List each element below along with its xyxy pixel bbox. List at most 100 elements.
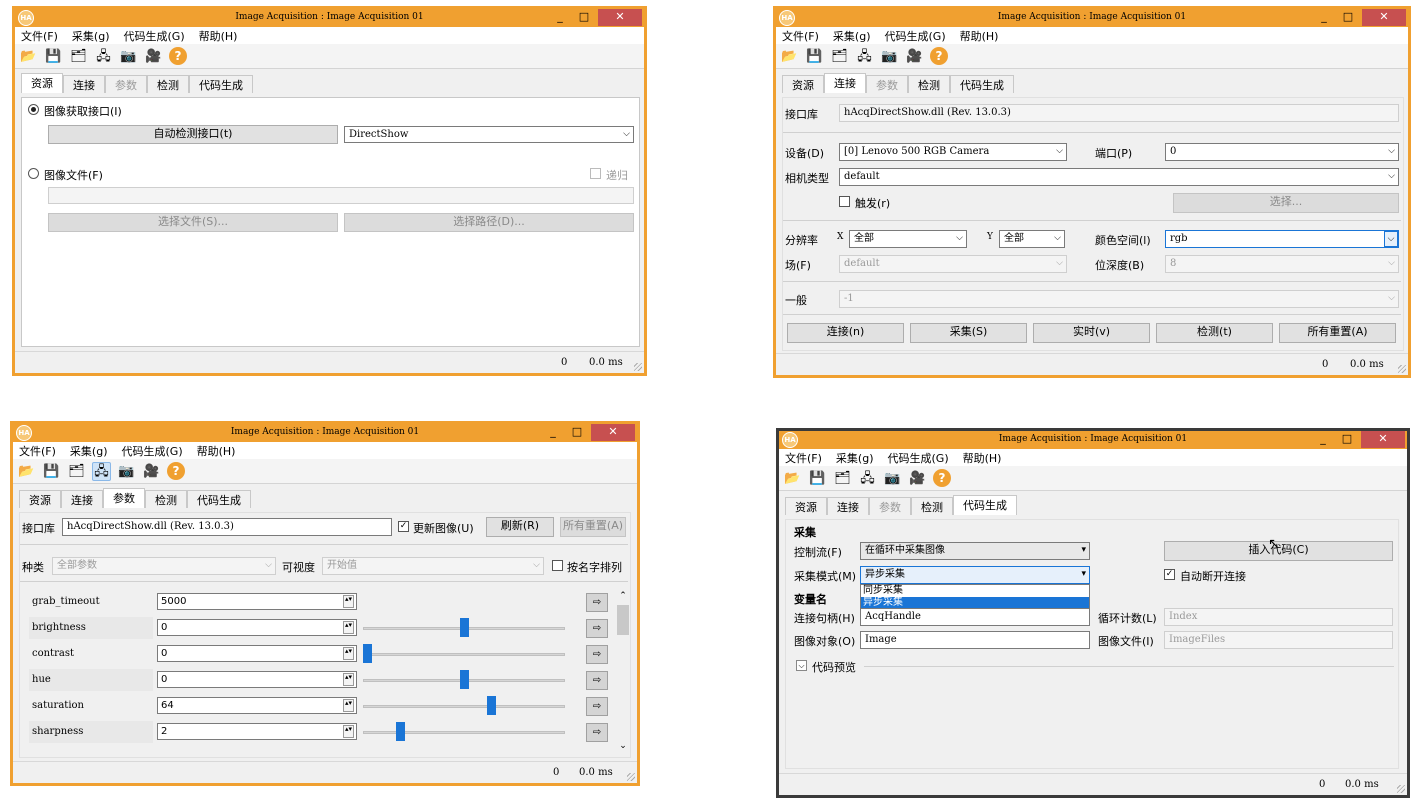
slider-thumb[interactable] [459, 618, 469, 637]
title-bar[interactable]: HA Image Acquisition : Image Acquisition… [779, 431, 1407, 449]
spinner-arrows-icon[interactable]: ▴▾ [343, 725, 354, 738]
interface-select[interactable]: DirectShow ⌵ [344, 126, 634, 143]
live-camera-icon[interactable]: 🎥 [142, 462, 161, 481]
close-button[interactable]: ✕ [1362, 9, 1406, 26]
camera-icon[interactable]: 📷 [883, 469, 902, 488]
menu-codegen[interactable]: 代码生成(G) [122, 443, 183, 459]
acquisition-connect-icon[interactable]: 🖧 [92, 461, 111, 481]
resolution-y-select[interactable]: 全部 ⌵ [999, 230, 1065, 248]
loop-count-input[interactable]: Index [1164, 608, 1393, 626]
bit-depth-select[interactable]: 8 ⌵ [1165, 255, 1399, 273]
auto-disconnect-checkbox[interactable]: ✓ [1164, 569, 1175, 580]
camera-icon[interactable]: 📷 [880, 47, 899, 66]
reset-all-button[interactable]: 所有重置(A) [1279, 323, 1396, 343]
save-icon[interactable]: 💾 [808, 469, 827, 488]
tab-resources[interactable]: 资源 [785, 497, 827, 515]
acquisition-connect-icon[interactable]: 🖧 [855, 47, 874, 66]
colorspace-select[interactable]: rgb ⌵ [1165, 230, 1399, 248]
category-select[interactable]: 全部参数 ⌵ [52, 557, 276, 575]
maximize-button[interactable]: □ [1338, 9, 1358, 26]
open-folder-icon[interactable]: 📂 [19, 47, 38, 66]
scroll-thumb[interactable] [617, 605, 629, 635]
parameter-slider[interactable] [363, 731, 565, 734]
acquisition-connect-icon[interactable]: 🖧 [94, 47, 113, 66]
parameter-scrollbar[interactable]: ⌃ ⌄ [616, 591, 630, 751]
parameter-value-input[interactable]: 0 ▴▾ [157, 671, 357, 688]
close-button[interactable]: ✕ [1361, 431, 1405, 448]
acq-mode-option-sync[interactable]: 同步采集 [861, 585, 1089, 597]
parameter-value-input[interactable]: 64 ▴▾ [157, 697, 357, 714]
help-icon[interactable]: ? [169, 47, 187, 65]
slider-thumb[interactable] [395, 722, 405, 741]
parameter-value-input[interactable]: 5000 ▴▾ [157, 593, 357, 610]
interface-radio[interactable] [28, 104, 39, 115]
minimize-button[interactable]: _ [1313, 431, 1333, 448]
resize-grip-icon[interactable] [1397, 785, 1405, 793]
tab-codegen[interactable]: 代码生成 [187, 490, 251, 508]
image-files-input[interactable]: ImageFiles [1164, 631, 1393, 649]
control-flow-select[interactable]: 在循环中采集图像 ▾ [860, 542, 1090, 560]
save-icon[interactable]: 💾 [42, 462, 61, 481]
menu-file[interactable]: 文件(F) [21, 28, 58, 44]
tab-connection[interactable]: 连接 [827, 497, 869, 515]
parameter-slider[interactable] [363, 705, 565, 708]
menu-file[interactable]: 文件(F) [19, 443, 56, 459]
parameter-value-input[interactable]: 2 ▴▾ [157, 723, 357, 740]
title-bar[interactable]: HA Image Acquisition : Image Acquisition… [776, 9, 1408, 27]
parameter-slider[interactable] [363, 653, 565, 656]
help-icon[interactable]: ? [167, 462, 185, 480]
acq-mode-select[interactable]: 异步采集 ▾ [860, 566, 1090, 584]
auto-detect-button[interactable]: 自动检测接口(t) [48, 125, 338, 144]
close-button[interactable]: ✕ [591, 424, 635, 441]
menu-codegen[interactable]: 代码生成(G) [885, 28, 946, 44]
live-camera-icon[interactable]: 🎥 [908, 469, 927, 488]
slider-thumb[interactable] [486, 696, 496, 715]
tab-parameters[interactable]: 参数 [869, 497, 911, 515]
select-camera-button[interactable]: 选择... [1173, 193, 1399, 213]
menu-file[interactable]: 文件(F) [782, 28, 819, 44]
tab-codegen[interactable]: 代码生成 [953, 495, 1017, 515]
image-file-icon[interactable]: 🗂 [830, 47, 849, 66]
image-file-path-input[interactable] [48, 187, 634, 204]
title-bar[interactable]: HA Image Acquisition : Image Acquisition… [15, 9, 644, 27]
resize-grip-icon[interactable] [1398, 365, 1406, 373]
menu-acquire[interactable]: 采集(g) [72, 28, 110, 44]
scroll-down-icon[interactable]: ⌄ [616, 741, 630, 751]
camera-icon[interactable]: 📷 [119, 47, 138, 66]
refresh-button[interactable]: 刷新(R) [486, 517, 554, 537]
spinner-arrows-icon[interactable]: ▴▾ [343, 595, 354, 608]
sort-by-name-checkbox[interactable] [552, 560, 563, 571]
image-object-input[interactable]: Image [860, 631, 1090, 649]
resize-grip-icon[interactable] [627, 773, 635, 781]
camera-type-select[interactable]: default ⌵ [839, 168, 1399, 186]
scroll-up-icon[interactable]: ⌃ [616, 591, 630, 601]
reset-all-button[interactable]: 所有重置(A) [560, 517, 626, 537]
select-file-button[interactable]: 选择文件(S)... [48, 213, 338, 232]
tab-detect[interactable]: 检测 [145, 490, 187, 508]
live-camera-icon[interactable]: 🎥 [144, 47, 163, 66]
reset-parameter-icon[interactable]: ⇨ [586, 593, 608, 612]
title-bar[interactable]: HA Image Acquisition : Image Acquisition… [13, 424, 637, 442]
tab-codegen[interactable]: 代码生成 [950, 75, 1014, 93]
menu-acquire[interactable]: 采集(g) [833, 28, 871, 44]
trigger-checkbox[interactable] [839, 196, 850, 207]
tab-codegen[interactable]: 代码生成 [189, 75, 253, 93]
image-file-icon[interactable]: 🗂 [67, 462, 86, 481]
parameter-value-input[interactable]: 0 ▴▾ [157, 619, 357, 636]
tab-parameters[interactable]: 参数 [103, 488, 145, 508]
general-select[interactable]: -1 ⌵ [839, 290, 1399, 308]
live-camera-icon[interactable]: 🎥 [905, 47, 924, 66]
tab-resources[interactable]: 资源 [782, 75, 824, 93]
tab-connection[interactable]: 连接 [61, 490, 103, 508]
tab-detect[interactable]: 检测 [147, 75, 189, 93]
recursive-checkbox[interactable] [590, 168, 601, 179]
open-folder-icon[interactable]: 📂 [783, 469, 802, 488]
spinner-arrows-icon[interactable]: ▴▾ [343, 647, 354, 660]
tab-resources[interactable]: 资源 [21, 73, 63, 93]
tab-parameters[interactable]: 参数 [866, 75, 908, 93]
tab-connection[interactable]: 连接 [63, 75, 105, 93]
port-select[interactable]: 0 ⌵ [1165, 143, 1399, 161]
menu-acquire[interactable]: 采集(g) [836, 450, 874, 466]
maximize-button[interactable]: □ [567, 424, 587, 441]
save-icon[interactable]: 💾 [44, 47, 63, 66]
